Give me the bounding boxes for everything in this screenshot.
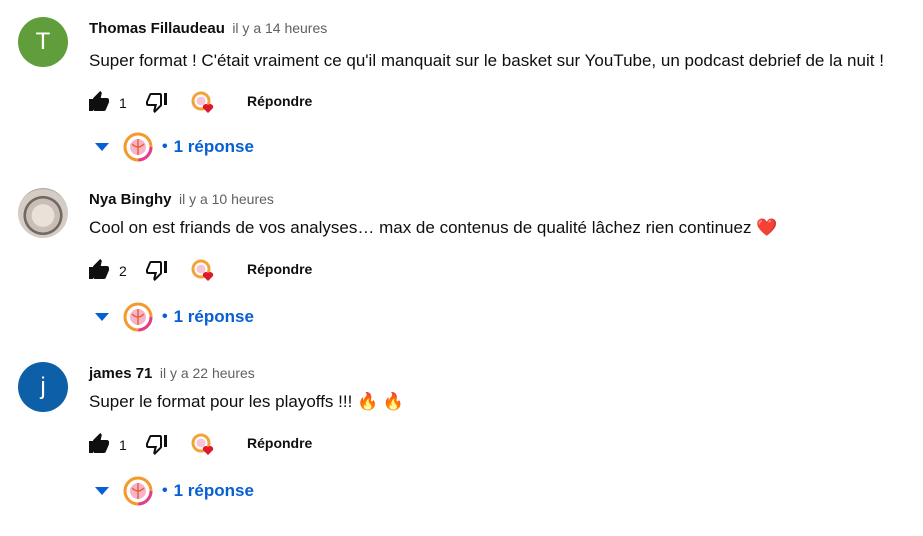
thumbs-down-icon: [146, 93, 167, 113]
reply-button[interactable]: Répondre: [247, 93, 312, 109]
comment-author[interactable]: Nya Binghy: [89, 191, 172, 208]
comment-meta: Thomas Fillaudeau il y a 14 heures: [89, 20, 327, 38]
avatar[interactable]: j: [18, 362, 68, 412]
caret-down-icon: [92, 137, 112, 157]
caret-down-icon: [92, 481, 112, 501]
like-button[interactable]: [86, 257, 112, 283]
comment-thread: j james 71 il y a 22 heures Super le for…: [0, 362, 923, 536]
comment-meta: james 71 il y a 22 heures: [89, 365, 255, 383]
creator-heart-icon: [191, 433, 217, 459]
comment-actions: 2 Répondre: [86, 257, 486, 287]
creator-heart-icon: [191, 91, 217, 117]
separator-dot: •: [162, 482, 168, 499]
replies-label[interactable]: 1 réponse: [174, 481, 254, 501]
comment-thread: T Thomas Fillaudeau il y a 14 heures Sup…: [0, 17, 923, 191]
like-count: 1: [119, 95, 127, 111]
reply-button[interactable]: Répondre: [247, 261, 312, 277]
thumbs-up-icon: [89, 433, 109, 453]
comment-thread: Nya Binghy il y a 10 heures Cool on est …: [0, 188, 923, 362]
view-replies-button[interactable]: • 1 réponse: [92, 300, 392, 334]
comment-actions: 1 Répondre: [86, 431, 486, 461]
view-replies-button[interactable]: • 1 réponse: [92, 474, 392, 508]
separator-dot: •: [162, 308, 168, 325]
comment-time[interactable]: il y a 14 heures: [232, 20, 327, 36]
dislike-button[interactable]: [144, 257, 170, 283]
thumbs-up-icon: [89, 259, 109, 279]
view-replies-button[interactable]: • 1 réponse: [92, 130, 392, 164]
reply-button[interactable]: Répondre: [247, 435, 312, 451]
comment-text: Super le format pour les playoffs !!! 🔥 …: [89, 392, 405, 411]
replies-label[interactable]: 1 réponse: [174, 137, 254, 157]
dislike-button[interactable]: [144, 89, 170, 115]
comment-author[interactable]: Thomas Fillaudeau: [89, 20, 225, 37]
comment-actions: 1 Répondre: [86, 89, 486, 119]
creator-avatar-icon: [123, 476, 153, 506]
avatar[interactable]: T: [18, 17, 68, 67]
avatar-letter: T: [35, 28, 51, 55]
thumbs-up-icon: [89, 91, 109, 111]
creator-avatar-icon: [123, 302, 153, 332]
thumbs-down-icon: [146, 261, 167, 281]
dislike-button[interactable]: [144, 431, 170, 457]
avatar-letter: j: [40, 373, 46, 400]
creator-heart-icon: [191, 259, 217, 285]
separator-dot: •: [162, 138, 168, 155]
comment-author[interactable]: james 71: [89, 365, 152, 382]
thumbs-down-icon: [146, 435, 167, 455]
comment-time[interactable]: il y a 22 heures: [160, 365, 255, 381]
comment-text: Cool on est friands de vos analyses… max…: [89, 218, 778, 237]
avatar[interactable]: [18, 188, 68, 238]
replies-label[interactable]: 1 réponse: [174, 307, 254, 327]
comment-meta: Nya Binghy il y a 10 heures: [89, 191, 274, 209]
like-button[interactable]: [86, 431, 112, 457]
like-button[interactable]: [86, 89, 112, 115]
comment-time[interactable]: il y a 10 heures: [179, 191, 274, 207]
comment-text: Super format ! C'était vraiment ce qu'il…: [89, 51, 884, 70]
caret-down-icon: [92, 307, 112, 327]
like-count: 1: [119, 437, 127, 453]
creator-avatar-icon: [123, 132, 153, 162]
like-count: 2: [119, 263, 127, 279]
